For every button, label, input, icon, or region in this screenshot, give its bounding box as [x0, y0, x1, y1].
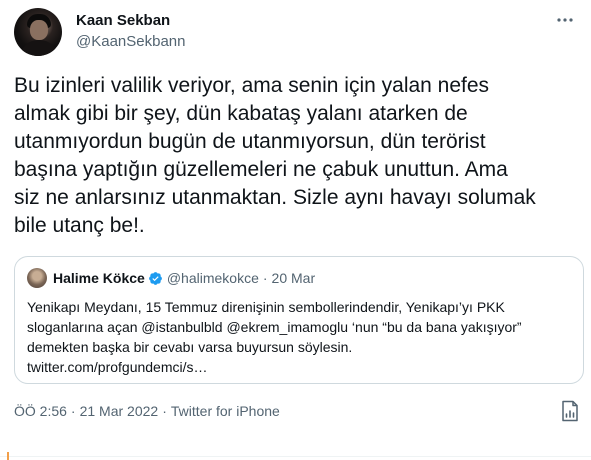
tweet-analytics-icon[interactable]: [561, 400, 579, 422]
tweet-text-line: almak gibi bir şey, dün kabataş yalanı a…: [14, 102, 468, 125]
tweet-time[interactable]: ÖÖ 2:56: [14, 403, 67, 419]
more-horizontal-icon[interactable]: [551, 10, 579, 30]
quoted-text-line: Yenikapı Meydanı, 15 Temmuz direnişinin …: [27, 299, 505, 315]
tweet-text-line: utanmıyordun bugün de utanmıyorsun, dün …: [14, 130, 486, 153]
tweet-header: Kaan Sekban @KaanSekbann: [14, 6, 579, 62]
quoted-text-line: sloganlarına açan @istanbulbld @ekrem_im…: [27, 319, 522, 335]
edge-accent: [7, 452, 9, 460]
author-avatar[interactable]: [14, 8, 62, 56]
meta-separator: ·: [70, 403, 76, 419]
quoted-tweet-text: Yenikapı Meydanı, 15 Temmuz direnişinin …: [27, 297, 577, 377]
quoted-link: twitter.com/profgundemci/s…: [27, 359, 208, 375]
tweet-text: Bu izinleri valilik veriyor, ama senin i…: [14, 72, 586, 240]
tweet-meta: ÖÖ 2:56 · 21 Mar 2022 · Twitter for iPhone: [14, 403, 280, 419]
author-display-name[interactable]: Kaan Sekban: [76, 12, 170, 29]
verified-badge-icon: [148, 271, 162, 285]
author-handle[interactable]: @KaanSekbann: [76, 33, 185, 50]
tweet-text-line: Bu izinleri valilik veriyor, ama senin i…: [14, 74, 490, 97]
divider: [0, 456, 591, 457]
tweet-date[interactable]: 21 Mar 2022: [80, 403, 159, 419]
quoted-tweet-card[interactable]: Halime Kökce @halimekokce · 20 Mar Yenik…: [14, 256, 584, 384]
meta-separator: ·: [162, 403, 167, 419]
tweet: Kaan Sekban @KaanSekbann Bu izinleri val…: [0, 0, 591, 460]
tweet-text-line: başına yaptığın güzellemeleri ne çabuk u…: [14, 158, 508, 181]
quoted-date: 20 Mar: [271, 270, 316, 286]
tweet-text-line: siz ne anlarsınız utanmaktan. Sizle aynı…: [14, 186, 536, 209]
quoted-author-handle: @halimekokce: [166, 270, 259, 286]
quoted-author-display-name: Halime Kökce: [53, 270, 145, 286]
tweet-source-link[interactable]: Twitter for iPhone: [171, 403, 280, 419]
tweet-text-line: bile utanç be!.: [14, 214, 145, 237]
quoted-author-avatar: [27, 268, 47, 288]
quoted-text-line: demekten başka bir cevabı varsa buyursun…: [27, 339, 353, 355]
quoted-tweet-header: Halime Kökce @halimekokce · 20 Mar: [27, 268, 315, 288]
quoted-separator: ·: [262, 270, 268, 286]
